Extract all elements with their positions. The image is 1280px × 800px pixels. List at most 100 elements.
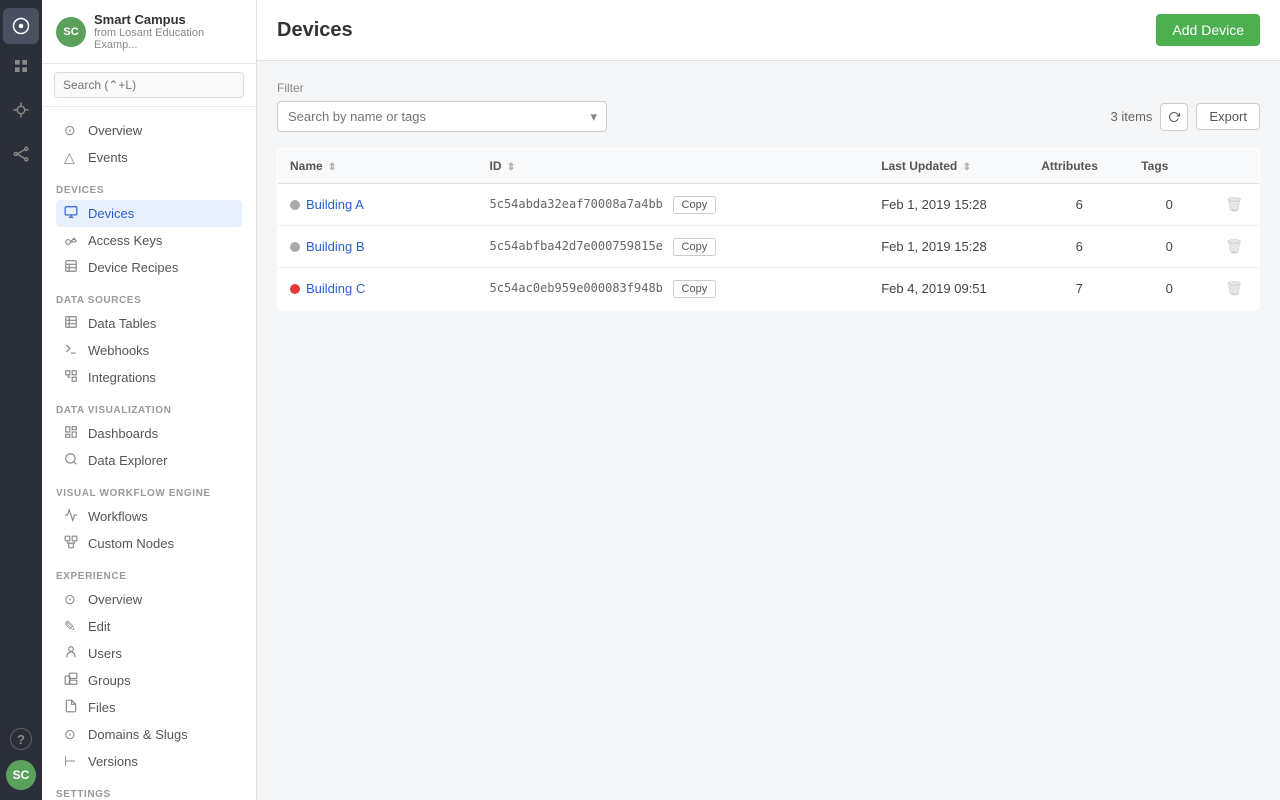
devices-section-title: Devices [56,185,242,196]
table-row: Building C 5c54ac0eb959e000083f948b Copy… [278,268,1260,310]
sidebar-item-workflows[interactable]: Workflows [56,503,242,530]
custom-nodes-label: Custom Nodes [88,536,174,551]
delete-button-2[interactable]: 🗑 [1221,278,1247,299]
sidebar-item-webhooks[interactable]: Webhooks [56,337,242,364]
webhooks-label: Webhooks [88,343,149,358]
sidebar-item-data-explorer[interactable]: Data Explorer [56,447,242,474]
search-input[interactable] [54,72,244,98]
sidebar-item-device-recipes[interactable]: Device Recipes [56,254,242,281]
name-sort-icon: ⇕ [328,162,336,173]
iconbar-home[interactable] [3,8,39,44]
main-area: Devices Add Device Filter 3 items Export… [257,0,1280,800]
icon-bar: ? SC [0,0,42,800]
items-count: 3 items [1111,109,1153,124]
copy-id-button-2[interactable]: Copy [673,280,717,298]
filter-input[interactable] [277,101,607,132]
col-header-last-updated: Last Updated ⇕ [869,149,1029,184]
workflow-section: Visual Workflow Engine Workflows Custom … [42,478,256,561]
add-device-button[interactable]: Add Device [1156,14,1260,46]
status-dot-2 [290,284,300,294]
sidebar-item-access-keys[interactable]: Access Keys [56,227,242,254]
filter-select-wrap [277,101,607,132]
access-keys-icon [64,232,80,249]
cell-actions-1: 🗑 [1209,226,1259,268]
sidebar-item-files[interactable]: Files [56,694,242,721]
data-sources-title: Data Sources [56,295,242,306]
device-name-link-0[interactable]: Building A [306,197,364,212]
cell-attributes-0: 6 [1029,184,1129,226]
custom-nodes-icon [64,535,80,552]
table-body: Building A 5c54abda32eaf70008a7a4bb Copy… [278,184,1260,310]
sidebar-item-domains-slugs[interactable]: ⊙ Domains & Slugs [56,721,242,748]
data-tables-label: Data Tables [88,316,156,331]
users-label: Users [88,646,122,661]
sidebar-item-events[interactable]: △ Events [56,144,242,171]
col-header-name: Name ⇕ [278,149,478,184]
data-tables-icon [64,315,80,332]
versions-label: Versions [88,754,138,769]
cell-actions-0: 🗑 [1209,184,1259,226]
delete-button-1[interactable]: 🗑 [1221,236,1247,257]
device-name-link-1[interactable]: Building B [306,239,365,254]
table-row: Building B 5c54abfba42d7e000759815e Copy… [278,226,1260,268]
cell-id-1: 5c54abfba42d7e000759815e Copy [478,226,870,268]
overview-label: Overview [88,123,142,138]
exp-overview-label: Overview [88,592,142,607]
iconbar-nodes[interactable] [3,136,39,172]
main-header: Devices Add Device [257,0,1280,61]
cell-last-updated-1: Feb 1, 2019 15:28 [869,226,1029,268]
dashboards-label: Dashboards [88,426,158,441]
top-nav: ⊙ Overview △ Events [42,107,256,175]
app-info: Smart Campus from Losant Education Examp… [94,12,242,51]
col-header-actions [1209,149,1259,184]
data-explorer-label: Data Explorer [88,453,167,468]
domains-label: Domains & Slugs [88,727,188,742]
cell-tags-0: 0 [1129,184,1209,226]
sidebar-item-custom-nodes[interactable]: Custom Nodes [56,530,242,557]
device-id-0: 5c54abda32eaf70008a7a4bb [490,197,663,211]
devices-section: Devices Devices Access Keys Device Recip… [42,175,256,285]
cell-attributes-1: 6 [1029,226,1129,268]
events-label: Events [88,150,128,165]
sidebar-item-groups[interactable]: Groups [56,667,242,694]
experience-title: Experience [56,571,242,582]
iconbar-help[interactable]: ? [10,728,32,750]
files-label: Files [88,700,115,715]
cell-attributes-2: 7 [1029,268,1129,310]
sidebar-item-overview[interactable]: ⊙ Overview [56,117,242,144]
sidebar-item-devices[interactable]: Devices [56,200,242,227]
device-name-link-2[interactable]: Building C [306,281,365,296]
data-viz-section: Data Visualization Dashboards Data Explo… [42,395,256,478]
sidebar-item-versions[interactable]: ⊢ Versions [56,748,242,775]
col-header-id: ID ⇕ [478,149,870,184]
device-recipes-icon [64,259,80,276]
sidebar-item-data-tables[interactable]: Data Tables [56,310,242,337]
webhooks-icon [64,342,80,359]
delete-button-0[interactable]: 🗑 [1221,194,1247,215]
data-viz-title: Data Visualization [56,405,242,416]
sidebar-item-dashboards[interactable]: Dashboards [56,420,242,447]
iconbar-avatar[interactable]: SC [6,760,36,790]
sidebar-item-users[interactable]: Users [56,640,242,667]
sidebar-item-edit[interactable]: ✎ Edit [56,613,242,640]
experience-section: Experience ⊙ Overview ✎ Edit Users Group… [42,561,256,779]
iconbar-grid[interactable] [3,48,39,84]
files-icon [64,699,80,716]
groups-icon [64,672,80,689]
export-button[interactable]: Export [1196,103,1260,130]
data-explorer-icon [64,452,80,469]
last-updated-sort-icon: ⇕ [963,162,971,173]
table-row: Building A 5c54abda32eaf70008a7a4bb Copy… [278,184,1260,226]
main-content: Filter 3 items Export Name ⇕ [257,61,1280,800]
col-header-tags: Tags [1129,149,1209,184]
devices-icon [64,205,80,222]
iconbar-circuit[interactable] [3,92,39,128]
refresh-button[interactable] [1160,103,1188,131]
copy-id-button-0[interactable]: Copy [673,196,717,214]
integrations-icon [64,369,80,386]
copy-id-button-1[interactable]: Copy [673,238,717,256]
sidebar-item-integrations[interactable]: Integrations [56,364,242,391]
overview-icon: ⊙ [64,122,80,139]
sidebar-item-exp-overview[interactable]: ⊙ Overview [56,586,242,613]
filter-row: 3 items Export [277,101,1260,132]
